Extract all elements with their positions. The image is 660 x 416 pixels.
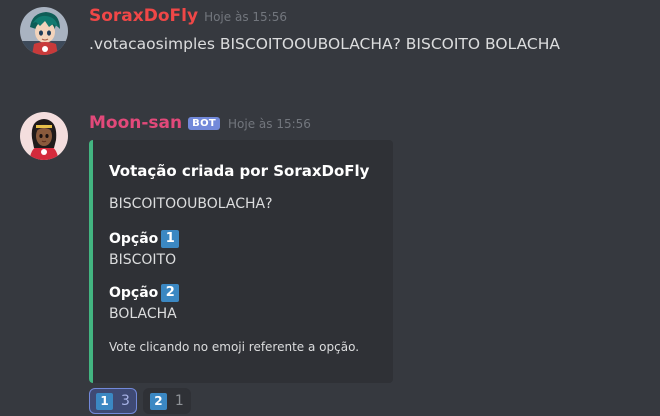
author-name[interactable]: Moon-san bbox=[89, 113, 182, 133]
reaction-count: 1 bbox=[174, 393, 184, 409]
field-name-label: Opção bbox=[109, 231, 159, 247]
timestamp: Hoje às 15:56 bbox=[228, 117, 311, 131]
bot-avatar-image bbox=[20, 112, 68, 160]
embed-field-option-1: Opção 1 BISCOITO bbox=[109, 228, 377, 272]
field-value: BOLACHA bbox=[109, 306, 177, 322]
keycap-2-icon: 2 bbox=[161, 284, 180, 302]
chat-view: SoraxDoFly Hoje às 15:56 .votacaosimples… bbox=[0, 0, 660, 416]
keycap-1-icon: 1 bbox=[161, 230, 180, 248]
embed-title: Votação criada por SoraxDoFly bbox=[109, 162, 370, 180]
reaction-count: 3 bbox=[121, 393, 130, 409]
bot-tag: BOT bbox=[188, 117, 220, 130]
reaction-keycap-1[interactable]: 1 3 bbox=[89, 388, 137, 414]
embed-description: BISCOITOOUBOLACHA? bbox=[109, 196, 273, 212]
message-moon-san: Moon-san BOT Hoje às 15:56 Votação criad… bbox=[0, 0, 660, 416]
field-name: Opção 2 bbox=[109, 282, 377, 304]
author-line: Moon-san BOT Hoje às 15:56 bbox=[89, 113, 311, 135]
bot-avatar[interactable] bbox=[20, 112, 68, 160]
reaction-keycap-2[interactable]: 2 1 bbox=[142, 388, 191, 414]
keycap-1-icon: 1 bbox=[96, 392, 113, 410]
keycap-2-icon: 2 bbox=[149, 392, 167, 410]
field-value: BISCOITO bbox=[109, 252, 177, 268]
field-name: Opção 1 bbox=[109, 228, 377, 250]
poll-embed: Votação criada por SoraxDoFly BISCOITOOU… bbox=[89, 140, 393, 383]
embed-footer: Vote clicando no emoji referente a opção… bbox=[109, 340, 360, 354]
embed-field-option-2: Opção 2 BOLACHA bbox=[109, 282, 377, 326]
field-name-label: Opção bbox=[109, 285, 159, 301]
reactions-bar: 1 3 2 1 bbox=[89, 388, 197, 414]
